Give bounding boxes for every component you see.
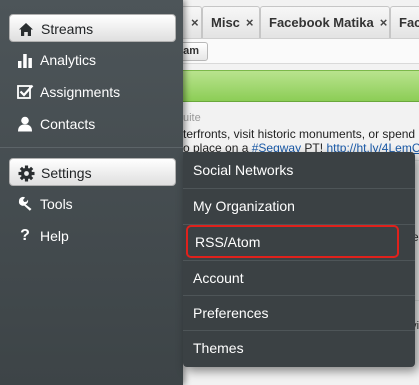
submenu-item-themes[interactable]: Themes: [183, 331, 415, 366]
submenu-item-my-organization[interactable]: My Organization: [183, 189, 415, 224]
nav-item-analytics[interactable]: Analytics: [0, 44, 183, 76]
nav-item-label: Tools: [40, 196, 73, 212]
tab-label: Fac: [399, 15, 419, 30]
nav-item-label: Streams: [41, 21, 94, 37]
nav-item-settings[interactable]: Settings: [9, 158, 176, 186]
nav-item-label: Analytics: [40, 52, 97, 68]
message-text-line-1: terfronts, visit historic monuments, or …: [183, 127, 416, 141]
tab-misc[interactable]: Misc ×: [202, 6, 260, 38]
nav-item-tools[interactable]: Tools: [0, 188, 183, 220]
tab-close-icon[interactable]: ×: [380, 15, 388, 30]
tab-facebook-matika[interactable]: Facebook Matika ×: [260, 6, 390, 38]
tab-close-icon[interactable]: ×: [246, 15, 254, 30]
nav-item-label: Assignments: [40, 84, 121, 100]
person-icon: [15, 108, 35, 140]
nav-item-label: Contacts: [40, 116, 96, 132]
nav-item-streams[interactable]: Streams: [9, 14, 176, 42]
tab-fac-partial[interactable]: Fac: [390, 6, 419, 38]
nav-item-assignments[interactable]: Assignments: [0, 76, 183, 108]
bar-chart-icon: [15, 44, 35, 76]
tab-label: Facebook Matika: [269, 15, 374, 30]
checkbox-icon: [15, 76, 35, 108]
nav-item-label: Help: [40, 228, 69, 244]
tab-close-icon[interactable]: ×: [191, 15, 199, 30]
submenu-item-preferences[interactable]: Preferences: [183, 296, 415, 331]
submenu-item-social-networks[interactable]: Social Networks: [183, 153, 415, 188]
gear-icon: [16, 159, 36, 187]
main-navigation-menu: Streams Analytics Assignments Contacts S…: [0, 0, 183, 385]
submenu-item-rss-atom[interactable]: RSS/Atom: [186, 225, 399, 258]
settings-submenu: Social Networks My Organization RSS/Atom…: [183, 152, 415, 367]
wrench-icon: [15, 188, 35, 220]
nav-item-contacts[interactable]: Contacts: [0, 108, 183, 140]
stream-suite-text: uite: [183, 112, 201, 124]
nav-item-label: Settings: [41, 165, 92, 181]
submenu-item-account[interactable]: Account: [183, 261, 415, 296]
nav-item-help[interactable]: ? Help: [0, 220, 183, 252]
question-icon: ?: [20, 227, 30, 244]
home-icon: [16, 15, 36, 43]
tab-label: Misc: [211, 15, 240, 30]
menu-divider: [0, 147, 183, 148]
